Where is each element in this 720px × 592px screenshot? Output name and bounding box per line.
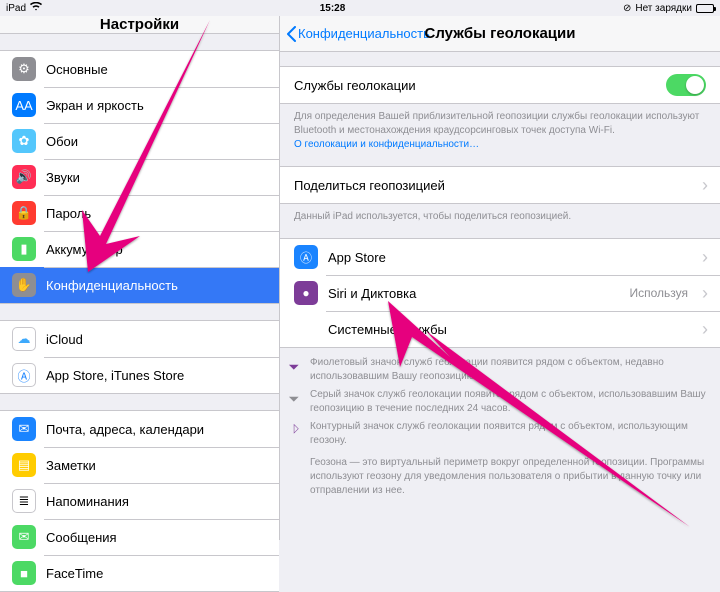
location-arrow-icon: ◣	[286, 357, 313, 384]
sidebar-item-passcode[interactable]: 🔒 Пароль	[0, 195, 279, 231]
sidebar-item-privacy[interactable]: ✋ Конфиденциальность	[0, 267, 279, 303]
sidebar-item-reminders[interactable]: ≣ Напоминания	[0, 483, 279, 519]
sidebar-item-sounds[interactable]: 🔊 Звуки	[0, 159, 279, 195]
device-name: iPad	[6, 3, 26, 14]
app-row-label: Системные службы	[328, 322, 447, 337]
sidebar-item-notes[interactable]: ▤ Заметки	[0, 447, 279, 483]
back-button[interactable]: Конфиденциальность	[280, 26, 430, 42]
app-row-siri[interactable]: ● Siri и Диктовка Используя	[280, 275, 720, 311]
privacy-icon: ✋	[12, 273, 36, 297]
sidebar-item-appstore[interactable]: Ⓐ App Store, iTunes Store	[0, 357, 279, 393]
sidebar-item-label: Почта, адреса, календари	[46, 422, 204, 437]
charging-label: Нет зарядки	[635, 3, 692, 14]
location-arrow-icon: ◿	[286, 421, 313, 448]
sidebar-item-battery[interactable]: ▮ Аккумулятор	[0, 231, 279, 267]
facetime-icon: ■	[12, 561, 36, 585]
location-services-toggle[interactable]	[666, 74, 706, 96]
battery-icon: ▮	[12, 237, 36, 261]
sidebar-item-label: Экран и яркость	[46, 98, 144, 113]
location-services-row[interactable]: Службы геолокации	[280, 67, 720, 103]
sidebar-item-label: App Store, iTunes Store	[46, 368, 184, 383]
wifi-icon	[30, 2, 42, 14]
app-row-appstore[interactable]: Ⓐ App Store	[280, 239, 720, 275]
sidebar-item-label: Звуки	[46, 170, 80, 185]
detail-title: Службы геолокации	[425, 25, 576, 42]
geofence-note: Геозона — это виртуальный периметр вокру…	[294, 450, 706, 498]
sidebar-item-mail[interactable]: ✉ Почта, адреса, календари	[0, 411, 279, 447]
share-location-footer: Данный iPad используется, чтобы поделить…	[280, 204, 720, 224]
detail-header: Конфиденциальность Службы геолокации	[280, 16, 720, 52]
legend-text: Фиолетовый значок служб геолокации появи…	[310, 356, 706, 384]
appstore-icon: Ⓐ	[12, 363, 36, 387]
back-label: Конфиденциальность	[298, 26, 430, 41]
sidebar-item-label: Обои	[46, 134, 78, 149]
app-row-system[interactable]: Системные службы	[280, 311, 720, 347]
sidebar-item-general[interactable]: ⚙ Основные	[0, 51, 279, 87]
sidebar-item-wallpaper[interactable]: ✿ Обои	[0, 123, 279, 159]
mail-icon: ✉	[12, 417, 36, 441]
sidebar-item-facetime[interactable]: ■ FaceTime	[0, 555, 279, 591]
icloud-icon: ☁	[12, 327, 36, 351]
display-icon: AA	[12, 93, 36, 117]
sidebar-item-label: Заметки	[46, 458, 96, 473]
sidebar-item-label: Сообщения	[46, 530, 117, 545]
sidebar-item-label: FaceTime	[46, 566, 103, 581]
wallpaper-icon: ✿	[12, 129, 36, 153]
clock: 15:28	[320, 3, 346, 14]
sidebar-title: Настройки	[100, 16, 179, 33]
location-toggle-group: Службы геолокации	[280, 66, 720, 104]
general-icon: ⚙	[12, 57, 36, 81]
reminders-icon: ≣	[12, 489, 36, 513]
legend-footer: ◣Фиолетовый значок служб геолокации появ…	[280, 348, 720, 498]
sidebar-header: Настройки	[0, 16, 279, 34]
location-footer: Для определения Вашей приблизительной ге…	[280, 104, 720, 152]
appstore-icon: Ⓐ	[294, 245, 318, 269]
sidebar-item-label: Напоминания	[46, 494, 129, 509]
app-row-value: Используя	[629, 286, 688, 300]
passcode-icon: 🔒	[12, 201, 36, 225]
location-services-label: Службы геолокации	[294, 78, 416, 93]
share-location-group: Поделиться геопозицией	[280, 166, 720, 204]
sidebar-item-icloud[interactable]: ☁ iCloud	[0, 321, 279, 357]
settings-sidebar: Настройки ⚙ Основные AA Экран и яркость ✿ Обо…	[0, 16, 280, 540]
share-location-label: Поделиться геопозицией	[294, 178, 445, 193]
sidebar-item-label: Основные	[46, 62, 108, 77]
siri-icon: ●	[294, 281, 318, 305]
share-location-row[interactable]: Поделиться геопозицией	[280, 167, 720, 203]
app-row-label: Siri и Диктовка	[328, 286, 416, 301]
apps-group: Ⓐ App Store ● Siri и Диктовка Используя Систе…	[280, 238, 720, 348]
notes-icon: ▤	[12, 453, 36, 477]
sidebar-item-display[interactable]: AA Экран и яркость	[0, 87, 279, 123]
sidebar-item-label: Пароль	[46, 206, 91, 221]
legend-text: Серый значок служб геолокации появится р…	[310, 388, 706, 416]
legend-text: Контурный значок служб геолокации появит…	[310, 420, 706, 448]
messages-icon: ✉	[12, 525, 36, 549]
detail-pane: Конфиденциальность Службы геолокации Слу…	[280, 16, 720, 540]
sidebar-item-label: Аккумулятор	[46, 242, 123, 257]
battery-icon	[696, 4, 714, 13]
app-row-label: App Store	[328, 250, 386, 265]
sidebar-item-messages[interactable]: ✉ Сообщения	[0, 519, 279, 555]
about-location-link[interactable]: О геолокации и конфиденциальности…	[294, 139, 479, 150]
sounds-icon: 🔊	[12, 165, 36, 189]
sidebar-item-label: Конфиденциальность	[46, 278, 178, 293]
location-arrow-icon: ◣	[286, 389, 313, 416]
status-bar: iPad 15:28 ⊘ Нет зарядки	[0, 0, 720, 16]
sidebar-item-label: iCloud	[46, 332, 83, 347]
not-charging-icon: ⊘	[623, 3, 631, 14]
